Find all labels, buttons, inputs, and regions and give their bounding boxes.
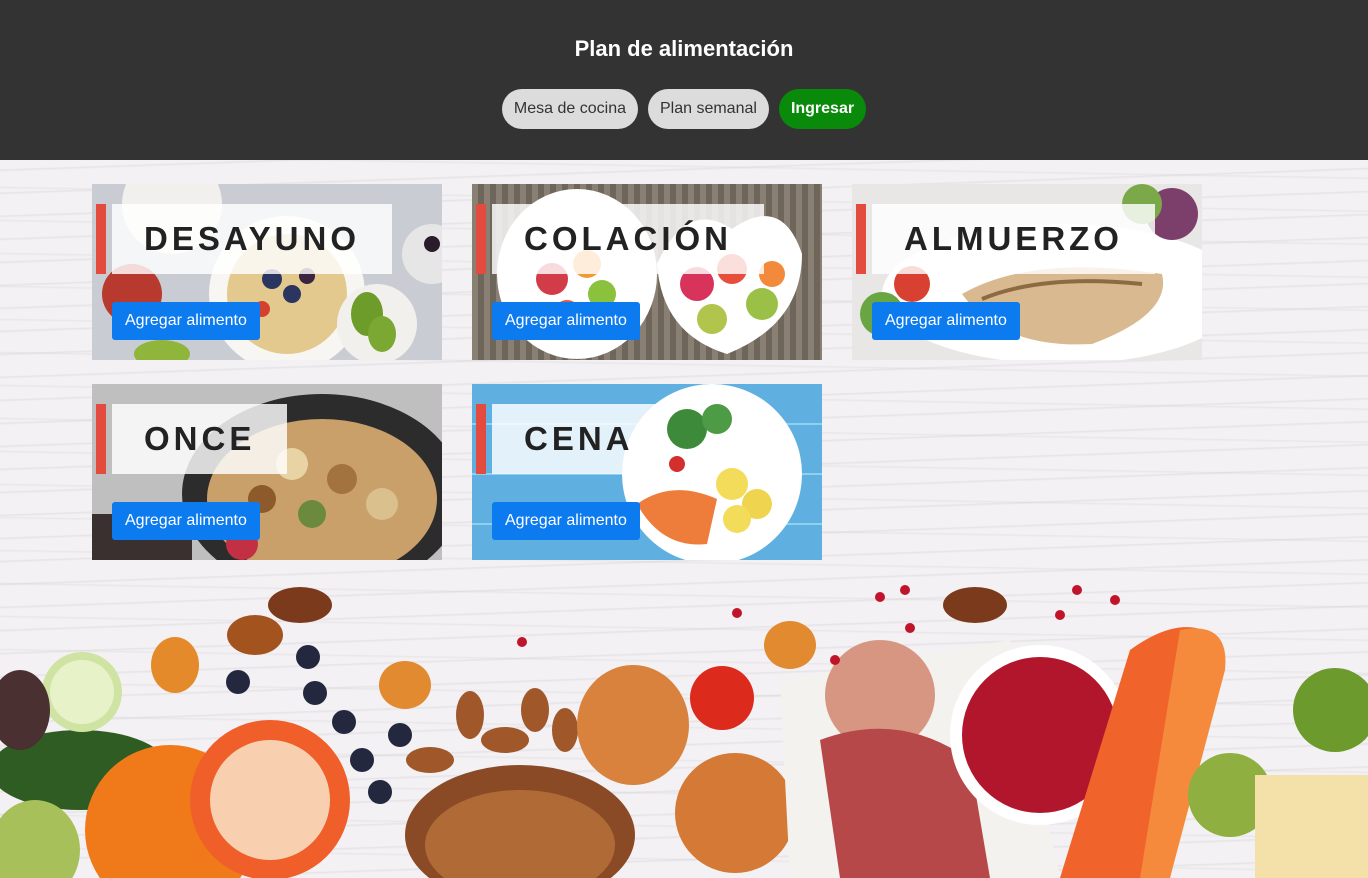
- meal-card-desayuno: DESAYUNO Agregar alimento: [92, 184, 442, 360]
- meal-title: ONCE: [144, 420, 256, 457]
- desayuno-label-box: DESAYUNO: [112, 204, 392, 274]
- top-header: Plan de alimentación Mesa de cocina Plan…: [0, 0, 1368, 160]
- almuerzo-accent-bar: [856, 204, 866, 274]
- meal-card-almuerzo: ALMUERZO Agregar alimento: [852, 184, 1202, 360]
- nav-bar: Mesa de cocina Plan semanal Ingresar: [501, 89, 867, 129]
- almuerzo-label-box: ALMUERZO: [872, 204, 1155, 274]
- add-food-button-cena[interactable]: Agregar alimento: [492, 502, 640, 540]
- colacion-label-box: COLACIÓN: [492, 204, 764, 274]
- add-food-button-almuerzo[interactable]: Agregar alimento: [872, 302, 1020, 340]
- nav-plan-semanal-button[interactable]: Plan semanal: [647, 89, 769, 129]
- once-label-box: ONCE: [112, 404, 288, 474]
- colacion-accent-bar: [476, 204, 486, 274]
- meal-title: ALMUERZO: [904, 220, 1123, 257]
- cena-accent-bar: [476, 404, 486, 474]
- meal-card-once: ONCE Agregar alimento: [92, 384, 442, 560]
- nav-mesa-de-cocina-button[interactable]: Mesa de cocina: [501, 89, 638, 129]
- meal-title: COLACIÓN: [524, 220, 732, 257]
- desayuno-accent-bar: [96, 204, 106, 274]
- add-food-button-colacion[interactable]: Agregar alimento: [492, 302, 640, 340]
- login-button[interactable]: Ingresar: [778, 89, 867, 129]
- cena-label-box: CENA: [492, 404, 666, 474]
- meal-card-colacion: COLACIÓN Agregar alimento: [472, 184, 822, 360]
- food-background-illustration: [0, 585, 1368, 878]
- add-food-button-once[interactable]: Agregar alimento: [112, 502, 260, 540]
- add-food-button-desayuno[interactable]: Agregar alimento: [112, 302, 260, 340]
- app-title: Plan de alimentación: [574, 36, 794, 61]
- once-accent-bar: [96, 404, 106, 474]
- meal-title: DESAYUNO: [144, 220, 360, 257]
- meal-title: CENA: [524, 420, 634, 457]
- meal-card-cena: CENA Agregar alimento: [472, 384, 822, 560]
